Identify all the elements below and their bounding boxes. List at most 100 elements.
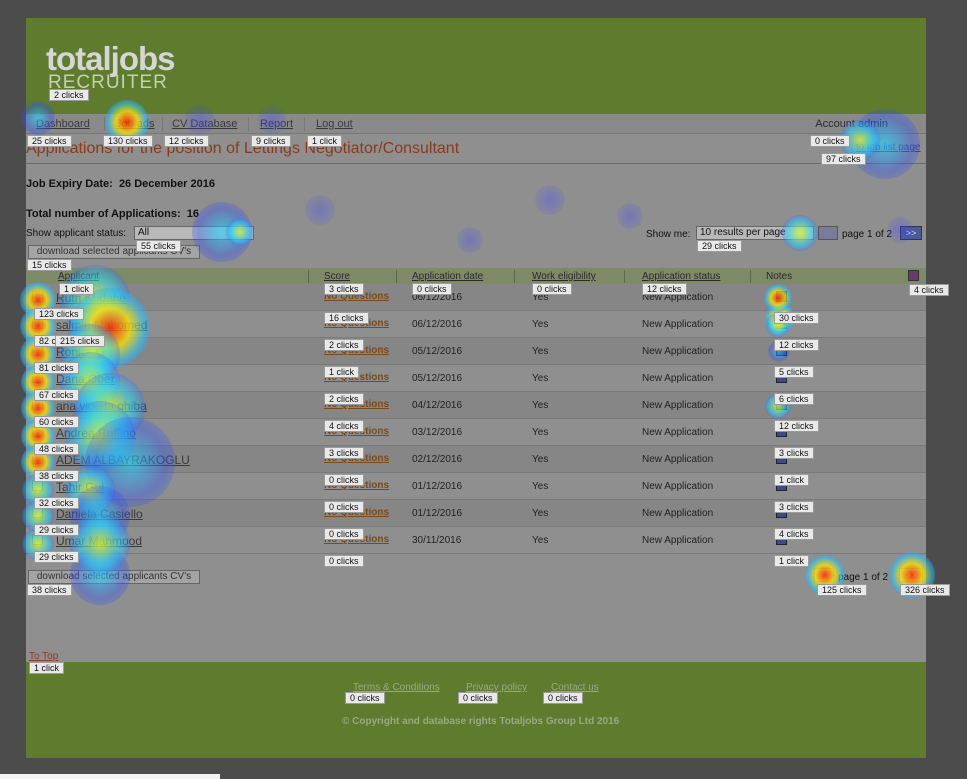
work-eligibility: Yes: [532, 346, 549, 357]
header-divider: [396, 270, 397, 283]
prev-page-button[interactable]: [818, 226, 838, 240]
click-badge: 326 clicks: [900, 584, 950, 596]
click-badge: 1 click: [59, 283, 95, 295]
click-badge: 130 clicks: [103, 135, 153, 147]
work-eligibility: Yes: [532, 481, 549, 492]
click-badge: 0 clicks: [324, 528, 364, 540]
nav-logout[interactable]: Log out: [316, 118, 353, 130]
page-title: Applications for the position of Letting…: [26, 140, 460, 157]
header-score[interactable]: Score: [324, 271, 350, 282]
work-eligibility: Yes: [532, 535, 549, 546]
application-status: New Application: [642, 481, 714, 492]
table-row: Ruth Kudahe No Questions 06/12/2016 Yes New …: [26, 284, 926, 311]
click-badge: 55 clicks: [136, 240, 181, 252]
table-header: Applicant Score Application date Work el…: [26, 268, 926, 284]
click-badge: 0 clicks: [324, 501, 364, 513]
show-me-label: Show me:: [646, 229, 691, 240]
application-status: New Application: [642, 535, 714, 546]
click-badge: 38 clicks: [34, 470, 79, 482]
click-badge: 48 clicks: [34, 443, 79, 455]
click-badge: 97 clicks: [821, 153, 866, 165]
click-badge: 29 clicks: [34, 524, 79, 536]
nav-job-ads[interactable]: Job ads: [116, 118, 155, 130]
title-divider: [26, 163, 926, 164]
header-applicant[interactable]: Applicant: [58, 271, 99, 282]
nav-cv-database[interactable]: CV Database: [172, 118, 237, 130]
header-divider: [750, 270, 751, 283]
click-badge: 12 clicks: [642, 283, 687, 295]
next-page-button-bottom[interactable]: >>: [899, 568, 923, 582]
notes-icon[interactable]: [776, 291, 787, 302]
application-date: 01/12/2016: [412, 481, 463, 492]
click-badge: 1 click: [29, 662, 65, 674]
nav-divider: [248, 117, 249, 131]
click-badge: 9 clicks: [251, 135, 291, 147]
applicant-name-link[interactable]: ana violeta ghiba: [56, 399, 147, 413]
click-badge: 12 clicks: [164, 135, 209, 147]
click-badge: 0 clicks: [810, 135, 850, 147]
header-divider: [308, 270, 309, 283]
total-applications: Total number of Applications: 16: [26, 208, 199, 220]
status-filter-select[interactable]: All: [134, 226, 254, 240]
header-work-eligibility[interactable]: Work eligibility: [532, 271, 596, 282]
work-eligibility: Yes: [532, 427, 549, 438]
applicant-name-link[interactable]: Umar Mahmood: [56, 534, 142, 548]
header-banner: totaljobs RECRUITER: [26, 18, 926, 114]
click-badge: 81 clicks: [34, 362, 79, 374]
click-badge: 215 clicks: [55, 335, 105, 347]
applicant-name-link[interactable]: Andrea Ruffino: [56, 426, 136, 440]
download-cvs-button-bottom[interactable]: download selected applicants CV's: [28, 570, 200, 584]
nav-dashboard[interactable]: Dashboard: [36, 118, 90, 130]
application-status: New Application: [642, 427, 714, 438]
application-date: 30/11/2016: [412, 535, 462, 546]
click-badge: 1 click: [774, 555, 810, 567]
applicant-name-link[interactable]: salmin Mahomed: [56, 318, 147, 332]
click-badge: 4 clicks: [324, 420, 364, 432]
applicant-name-link[interactable]: Dana Ober: [56, 372, 115, 386]
applicant-name-link[interactable]: Tahir Gul: [56, 480, 104, 494]
click-badge: 0 clicks: [458, 692, 498, 704]
application-date: 01/12/2016: [412, 508, 463, 519]
nav-report[interactable]: Report: [260, 118, 293, 130]
application-status: New Application: [642, 508, 714, 519]
prev-page-button-bottom[interactable]: [814, 568, 834, 582]
results-per-page-select[interactable]: 10 results per page: [696, 226, 814, 240]
work-eligibility: Yes: [532, 508, 549, 519]
application-date: 06/12/2016: [412, 319, 463, 330]
page: totaljobs RECRUITER Dashboard Job ads CV…: [26, 18, 926, 758]
application-date: 03/12/2016: [412, 427, 463, 438]
row-checkbox[interactable]: [32, 291, 43, 302]
applicant-name-link[interactable]: Ronick G: [56, 345, 105, 359]
click-badge: 2 clicks: [49, 89, 89, 101]
application-status: New Application: [642, 346, 714, 357]
click-badge: 0 clicks: [345, 692, 385, 704]
application-date: 04/12/2016: [412, 400, 463, 411]
applicant-name-link[interactable]: Daniela Casiello: [56, 507, 143, 521]
click-badge: 3 clicks: [324, 447, 364, 459]
applicant-name-link[interactable]: ADEM ALBAYRAKOGLU: [56, 453, 190, 467]
notes-help-icon[interactable]: [908, 270, 919, 281]
header-application-status[interactable]: Application status: [642, 271, 720, 282]
header-application-date[interactable]: Application date: [412, 271, 483, 282]
click-badge: 38 clicks: [27, 584, 72, 596]
copyright: © Copyright and database rights Totaljob…: [342, 716, 620, 727]
click-badge: 5 clicks: [774, 366, 814, 378]
click-badge: 2 clicks: [324, 339, 364, 351]
account-link[interactable]: Account admin: [815, 118, 888, 130]
back-to-job-list-link[interactable]: to job list page: [856, 142, 921, 153]
next-page-button[interactable]: >>: [900, 226, 922, 240]
nav-divider: [104, 117, 105, 131]
application-date: 05/12/2016: [412, 373, 463, 384]
click-badge: 4 clicks: [774, 528, 814, 540]
click-badge: 30 clicks: [774, 312, 819, 324]
job-expiry: Job Expiry Date: 26 December 2016: [26, 178, 215, 190]
application-date: 02/12/2016: [412, 454, 463, 465]
click-badge: 67 clicks: [34, 389, 79, 401]
click-badge: 0 clicks: [324, 555, 364, 567]
click-badge: 6 clicks: [774, 393, 814, 405]
click-badge: 2 clicks: [324, 393, 364, 405]
click-badge: 4 clicks: [909, 284, 949, 296]
application-status: New Application: [642, 454, 714, 465]
click-badge: 3 clicks: [774, 501, 814, 513]
to-top-link[interactable]: To Top: [29, 651, 58, 662]
